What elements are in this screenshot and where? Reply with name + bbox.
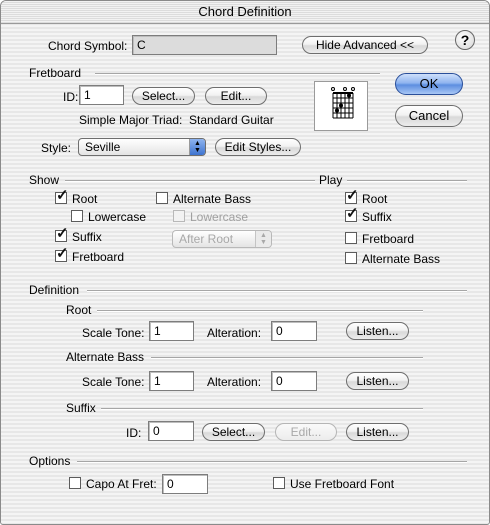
show-lowercase-label: Lowercase <box>88 210 147 224</box>
play-separator <box>347 180 467 182</box>
popup-arrows-icon: ▲ ▼ <box>189 139 205 155</box>
capo-label: Capo At Fret: <box>86 477 157 491</box>
capo-checkbox[interactable] <box>69 477 81 489</box>
options-section-label: Options <box>29 454 71 468</box>
help-button[interactable]: ? <box>455 30 475 50</box>
show-alt-lowercase-checkbox[interactable] <box>173 210 185 222</box>
guitar-chord-diagram-icon <box>331 87 355 119</box>
alternate-bass-position-value: After Root <box>179 232 234 246</box>
use-fretboard-font-checkbox[interactable] <box>273 477 285 489</box>
definition-alternate-bass-heading: Alternate Bass <box>66 350 145 364</box>
title-bar[interactable]: Chord Definition <box>1 1 489 24</box>
show-root-label: Root <box>72 192 98 206</box>
root-separator <box>97 310 423 312</box>
checkmark-icon: ✓ <box>56 245 69 262</box>
root-alteration-field[interactable]: 0 <box>271 321 317 341</box>
use-fretboard-font-label: Use Fretboard Font <box>290 477 395 491</box>
chord-definition-window: Chord Definition Chord Symbol: C Hide Ad… <box>0 0 490 525</box>
fretboard-separator <box>95 73 380 75</box>
show-suffix-checkbox[interactable]: ✓ <box>55 226 69 242</box>
alt-bass-alteration-field[interactable]: 0 <box>271 371 317 391</box>
play-fretboard-label: Fretboard <box>362 232 415 246</box>
fretboard-id-label: ID: <box>63 90 79 104</box>
root-alteration-label: Alteration: <box>207 326 262 340</box>
play-section-label: Play <box>319 173 343 187</box>
window-title: Chord Definition <box>198 4 292 19</box>
checkmark-icon: ✓ <box>346 187 359 204</box>
alternate-bass-position-popup[interactable]: After Root ▲ ▼ <box>172 230 272 248</box>
fretboard-select-button[interactable]: Select... <box>132 87 195 105</box>
fretboard-instrument: Standard Guitar <box>189 113 274 127</box>
style-label: Style: <box>41 141 72 155</box>
play-alternate-bass-label: Alternate Bass <box>362 252 441 266</box>
play-fretboard-checkbox[interactable] <box>345 232 357 244</box>
suffix-separator <box>101 408 423 410</box>
checkmark-icon: ✓ <box>346 205 359 222</box>
alt-bass-listen-button[interactable]: Listen... <box>346 372 409 390</box>
show-separator <box>65 180 315 182</box>
show-fretboard-checkbox[interactable]: ✓ <box>55 246 69 262</box>
fretboard-section-label: Fretboard <box>29 66 82 80</box>
suffix-id-field[interactable]: 0 <box>148 421 194 441</box>
suffix-select-button[interactable]: Select... <box>202 423 265 441</box>
show-alt-lowercase-label: Lowercase <box>190 210 249 224</box>
root-scale-tone-field[interactable]: 1 <box>149 321 194 341</box>
play-alternate-bass-checkbox[interactable] <box>345 252 357 264</box>
show-lowercase-checkbox[interactable] <box>71 210 83 222</box>
fretboard-edit-button[interactable]: Edit... <box>205 87 267 105</box>
root-listen-button[interactable]: Listen... <box>346 322 409 340</box>
show-suffix-label: Suffix <box>72 230 102 244</box>
suffix-id-label: ID: <box>126 426 142 440</box>
show-alternate-bass-label: Alternate Bass <box>173 192 252 206</box>
fretboard-description: Simple Major Triad: <box>79 113 183 127</box>
definition-root-heading: Root <box>66 303 92 317</box>
definition-separator <box>87 290 467 292</box>
checkmark-icon: ✓ <box>56 187 69 204</box>
alt-bass-alteration-label: Alteration: <box>207 375 262 389</box>
hide-advanced-button[interactable]: Hide Advanced << <box>302 36 428 54</box>
capo-fret-field[interactable]: 0 <box>162 474 208 494</box>
show-fretboard-label: Fretboard <box>72 250 125 264</box>
show-alternate-bass-checkbox[interactable] <box>156 192 168 204</box>
definition-section-label: Definition <box>29 283 80 297</box>
chord-symbol-label: Chord Symbol: <box>48 39 128 53</box>
play-suffix-label: Suffix <box>362 210 392 224</box>
options-separator <box>77 461 467 463</box>
play-root-label: Root <box>362 192 388 206</box>
alt-bass-scale-tone-label: Scale Tone: <box>82 375 145 389</box>
alternate-bass-separator <box>151 357 423 359</box>
chord-diagram-preview <box>314 81 368 131</box>
play-suffix-checkbox[interactable]: ✓ <box>345 206 359 222</box>
show-root-checkbox[interactable]: ✓ <box>55 188 69 204</box>
root-scale-tone-label: Scale Tone: <box>82 326 145 340</box>
popup-arrows-icon: ▲ ▼ <box>255 231 271 247</box>
style-popup-value: Seville <box>85 140 121 154</box>
ok-button[interactable]: OK <box>395 73 463 95</box>
suffix-listen-button[interactable]: Listen... <box>346 423 409 441</box>
checkmark-icon: ✓ <box>56 225 69 242</box>
edit-styles-button[interactable]: Edit Styles... <box>215 138 301 156</box>
alt-bass-scale-tone-field[interactable]: 1 <box>149 371 194 391</box>
style-popup[interactable]: Seville ▲ ▼ <box>78 138 206 156</box>
show-section-label: Show <box>29 173 60 187</box>
fretboard-id-field[interactable]: 1 <box>79 85 124 105</box>
suffix-edit-button[interactable]: Edit... <box>275 423 337 441</box>
definition-suffix-heading: Suffix <box>66 401 96 415</box>
play-root-checkbox[interactable]: ✓ <box>345 188 359 204</box>
chord-symbol-field[interactable]: C <box>132 35 277 55</box>
cancel-button[interactable]: Cancel <box>395 105 463 127</box>
